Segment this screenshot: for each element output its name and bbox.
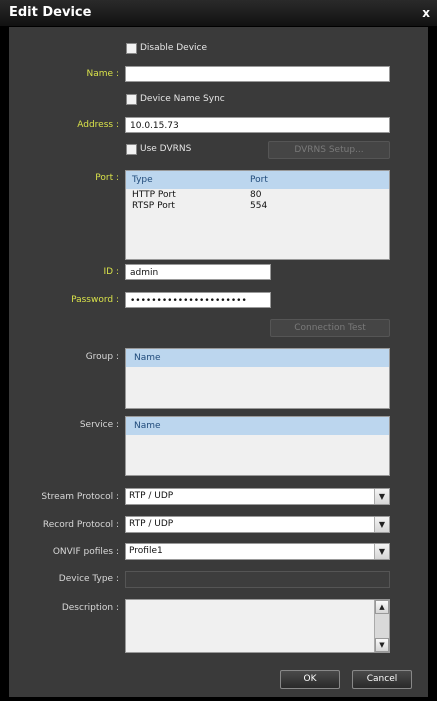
- port-col-port: Port: [250, 175, 268, 185]
- group-label: Group :: [85, 352, 119, 362]
- name-input[interactable]: [125, 66, 390, 82]
- service-label: Service :: [79, 420, 119, 430]
- stream-protocol-select[interactable]: RTP / UDP ▼: [125, 488, 390, 505]
- stream-protocol-label: Stream Protocol :: [41, 492, 119, 502]
- device-type-field: [125, 571, 390, 588]
- use-dvrns-label: Use DVRNS: [140, 144, 192, 154]
- dvrns-setup-button[interactable]: DVRNS Setup...: [268, 141, 390, 159]
- onvif-profiles-label: ONVIF pofiles :: [52, 547, 119, 557]
- table-row[interactable]: RTSP Port 554: [126, 201, 389, 212]
- device-type-label: Device Type :: [58, 574, 119, 584]
- chevron-down-icon[interactable]: ▼: [374, 544, 389, 559]
- table-row[interactable]: HTTP Port 80: [126, 190, 389, 201]
- password-input[interactable]: ••••••••••••••••••••••: [125, 292, 271, 308]
- onvif-profiles-value: Profile1: [129, 546, 163, 556]
- address-label: Address :: [77, 120, 119, 130]
- disable-device-checkbox[interactable]: [126, 43, 137, 54]
- group-list[interactable]: Name: [125, 348, 390, 409]
- close-icon[interactable]: x: [422, 6, 430, 20]
- description-scrollbar[interactable]: ▲ ▼: [374, 600, 389, 652]
- port-value-cell: 80: [250, 190, 262, 200]
- connection-test-button[interactable]: Connection Test: [270, 319, 390, 337]
- scroll-down-icon[interactable]: ▼: [375, 638, 389, 652]
- chevron-down-icon[interactable]: ▼: [374, 489, 389, 504]
- port-col-type: Type: [132, 175, 153, 185]
- dialog-panel: Disable Device Name : Device Name Sync A…: [9, 27, 428, 697]
- onvif-profiles-select[interactable]: Profile1 ▼: [125, 543, 390, 560]
- port-type-cell: HTTP Port: [132, 190, 176, 200]
- chevron-down-icon[interactable]: ▼: [374, 517, 389, 532]
- id-label: ID :: [103, 267, 119, 277]
- device-name-sync-checkbox[interactable]: [126, 94, 137, 105]
- window-title: Edit Device: [9, 5, 92, 20]
- stream-protocol-value: RTP / UDP: [129, 491, 174, 501]
- record-protocol-value: RTP / UDP: [129, 519, 174, 529]
- port-type-cell: RTSP Port: [132, 201, 175, 211]
- address-input[interactable]: 10.0.15.73: [125, 117, 390, 133]
- service-list[interactable]: Name: [125, 416, 390, 476]
- port-label: Port :: [95, 173, 119, 183]
- port-value-cell: 554: [250, 201, 268, 211]
- description-label: Description :: [61, 603, 119, 613]
- name-label: Name :: [86, 69, 119, 79]
- use-dvrns-checkbox[interactable]: [126, 144, 137, 155]
- service-list-header: Name: [126, 417, 389, 435]
- port-table-header: Type Port: [126, 171, 389, 189]
- port-table[interactable]: Type Port HTTP Port 80 RTSP Port 554: [125, 170, 390, 260]
- group-list-header: Name: [126, 349, 389, 367]
- device-name-sync-label: Device Name Sync: [140, 94, 225, 104]
- ok-button[interactable]: OK: [280, 670, 340, 689]
- service-col-name: Name: [134, 421, 161, 431]
- id-input[interactable]: admin: [125, 264, 271, 280]
- password-label: Password :: [71, 295, 119, 305]
- description-textarea[interactable]: ▲ ▼: [125, 599, 390, 653]
- title-bar: Edit Device x: [0, 0, 437, 26]
- scroll-up-icon[interactable]: ▲: [375, 600, 389, 614]
- disable-device-label: Disable Device: [140, 43, 208, 53]
- record-protocol-select[interactable]: RTP / UDP ▼: [125, 516, 390, 533]
- cancel-button[interactable]: Cancel: [352, 670, 412, 689]
- record-protocol-label: Record Protocol :: [42, 520, 119, 530]
- group-col-name: Name: [134, 353, 161, 363]
